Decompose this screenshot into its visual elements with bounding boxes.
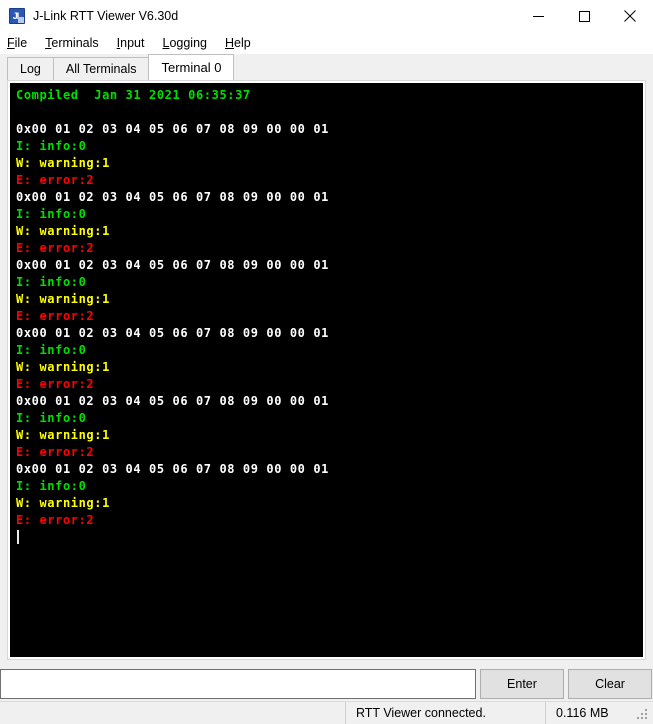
terminal-line: 0x00 01 02 03 04 05 06 07 08 09 00 00 01 [16,190,329,204]
terminal-line: E: error:2 [16,513,95,527]
terminal-line: W: warning:1 [16,428,110,442]
terminal-line: 0x00 01 02 03 04 05 06 07 08 09 00 00 01 [16,394,329,408]
clear-button[interactable]: Clear [568,669,652,699]
terminal-line: I: info:0 [16,139,87,153]
terminal-line: W: warning:1 [16,496,110,510]
menu-input-label: nput [120,36,145,50]
command-input[interactable] [0,669,476,699]
terminal-line: E: error:2 [16,445,95,459]
tab-terminal-0[interactable]: Terminal 0 [148,54,235,80]
menu-file[interactable]: File [7,33,35,53]
tab-log[interactable]: Log [7,57,54,80]
resize-grip-icon[interactable] [635,705,651,721]
minimize-icon[interactable] [515,0,561,32]
input-row: Enter Clear [0,667,653,701]
terminal-line: E: error:2 [16,377,95,391]
titlebar: JL J-Link RTT Viewer V6.30d [0,0,653,32]
terminal-line: W: warning:1 [16,156,110,170]
terminal-line: W: warning:1 [16,292,110,306]
window-title: J-Link RTT Viewer V6.30d [33,9,179,23]
tab-all-terminals[interactable]: All Terminals [52,57,150,80]
app-window: JL J-Link RTT Viewer V6.30d File Termina… [0,0,653,724]
terminal-line: I: info:0 [16,207,87,221]
maximize-icon[interactable] [561,0,607,32]
terminal-line: I: info:0 [16,479,87,493]
menu-terminals-label: erminals [51,36,99,50]
terminal-line: Compiled Jan 31 2021 06:35:37 [16,88,251,102]
menu-help[interactable]: Help [225,33,259,53]
terminal-line: 0x00 01 02 03 04 05 06 07 08 09 00 00 01 [16,462,329,476]
window-controls [515,0,653,32]
menu-logging-label: ogging [169,36,207,50]
terminal-panel: Compiled Jan 31 2021 06:35:37 0x00 01 02… [7,80,646,660]
terminal-line: E: error:2 [16,309,95,323]
terminal-line: I: info:0 [16,275,87,289]
statusbar: RTT Viewer connected. 0.116 MB [0,701,653,724]
jlink-app-icon: JL [9,8,25,24]
close-icon[interactable] [607,0,653,32]
terminal-line: I: info:0 [16,343,87,357]
terminal-output[interactable]: Compiled Jan 31 2021 06:35:37 0x00 01 02… [10,83,643,657]
menu-help-mnemonic: H [224,36,235,50]
terminal-line: I: info:0 [16,411,87,425]
terminal-line: 0x00 01 02 03 04 05 06 07 08 09 00 00 01 [16,258,329,272]
menu-file-mnemonic: F [7,36,15,50]
terminal-line: 0x00 01 02 03 04 05 06 07 08 09 00 00 01 [16,122,329,136]
enter-button[interactable]: Enter [480,669,564,699]
terminal-caret [16,529,643,546]
terminal-line: E: error:2 [16,173,95,187]
terminal-line: 0x00 01 02 03 04 05 06 07 08 09 00 00 01 [16,326,329,340]
menu-input[interactable]: Input [117,33,153,53]
menubar: File Terminals Input Logging Help [0,32,653,54]
menu-terminals[interactable]: Terminals [45,33,107,53]
terminal-line: W: warning:1 [16,224,110,238]
terminal-line: E: error:2 [16,241,95,255]
status-connection: RTT Viewer connected. [345,701,545,724]
menu-help-label: elp [234,36,251,50]
terminal-line: W: warning:1 [16,360,110,374]
menu-file-label: ile [14,36,28,50]
status-data-size: 0.116 MB [545,701,635,724]
tabstrip: Log All Terminals Terminal 0 [0,54,653,80]
menu-logging[interactable]: Logging [162,33,215,53]
